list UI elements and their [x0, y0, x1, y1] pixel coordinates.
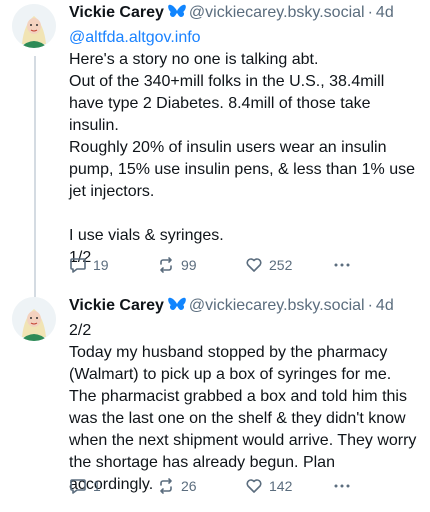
post-header: Vickie Carey @vickiecarey.bsky.social · 4d	[69, 2, 420, 27]
author-handle[interactable]: @vickiecarey.bsky.social	[189, 297, 365, 314]
post-text: 2/2 Today my husband stopped by the phar…	[69, 322, 417, 493]
more-options-button[interactable]	[333, 477, 351, 495]
post-content: Vickie Carey @vickiecarey.bsky.social · 4d …	[69, 2, 420, 269]
author-name[interactable]: Vickie Carey	[69, 4, 164, 21]
repost-count: 26	[181, 478, 197, 494]
more-options-button[interactable]	[333, 256, 351, 274]
more-icon	[334, 484, 350, 488]
avatar[interactable]	[12, 4, 56, 48]
post-header: Vickie Carey @vickiecarey.bsky.social · 4d	[69, 295, 420, 320]
post-text: Here's a story no one is talking abt. Ou…	[69, 51, 415, 266]
thread-line	[34, 56, 36, 293]
author-handle[interactable]: @vickiecarey.bsky.social	[189, 4, 365, 21]
avatar-illustration	[12, 4, 56, 48]
like-count: 252	[269, 257, 293, 273]
more-icon	[334, 263, 350, 267]
heart-icon	[246, 479, 262, 493]
repost-button[interactable]: 99	[157, 256, 197, 274]
butterfly-icon	[168, 4, 186, 27]
reply-count: 19	[93, 257, 109, 273]
like-button[interactable]: 142	[245, 477, 292, 495]
reply-icon	[70, 479, 86, 494]
avatar[interactable]	[12, 297, 56, 341]
post-1[interactable]: Vickie Carey @vickiecarey.bsky.social · 4d …	[0, 0, 430, 293]
repost-icon	[160, 257, 172, 273]
like-button[interactable]: 252	[245, 256, 292, 274]
reply-count: 1	[93, 478, 101, 494]
repost-button[interactable]: 26	[157, 477, 197, 495]
avatar-illustration	[12, 297, 56, 341]
reply-icon	[70, 258, 86, 273]
heart-icon	[246, 258, 262, 272]
mention-link[interactable]: @altfda.altgov.info	[69, 27, 420, 49]
post-actions: 19 99 252	[69, 254, 420, 276]
butterfly-icon	[168, 297, 186, 320]
post-time[interactable]: 4d	[376, 297, 394, 314]
post-2[interactable]: Vickie Carey @vickiecarey.bsky.social · 4d …	[0, 293, 430, 512]
reply-button[interactable]: 1	[69, 477, 101, 495]
repost-count: 99	[181, 257, 197, 273]
repost-icon	[160, 478, 172, 494]
post-actions: 1 26 142	[69, 475, 420, 497]
post-content: Vickie Carey @vickiecarey.bsky.social · 4d …	[69, 295, 420, 496]
like-count: 142	[269, 478, 293, 494]
reply-button[interactable]: 19	[69, 256, 109, 274]
author-name[interactable]: Vickie Carey	[69, 297, 164, 314]
post-time[interactable]: 4d	[376, 4, 394, 21]
separator-dot: ·	[367, 297, 373, 314]
separator-dot: ·	[367, 4, 373, 21]
